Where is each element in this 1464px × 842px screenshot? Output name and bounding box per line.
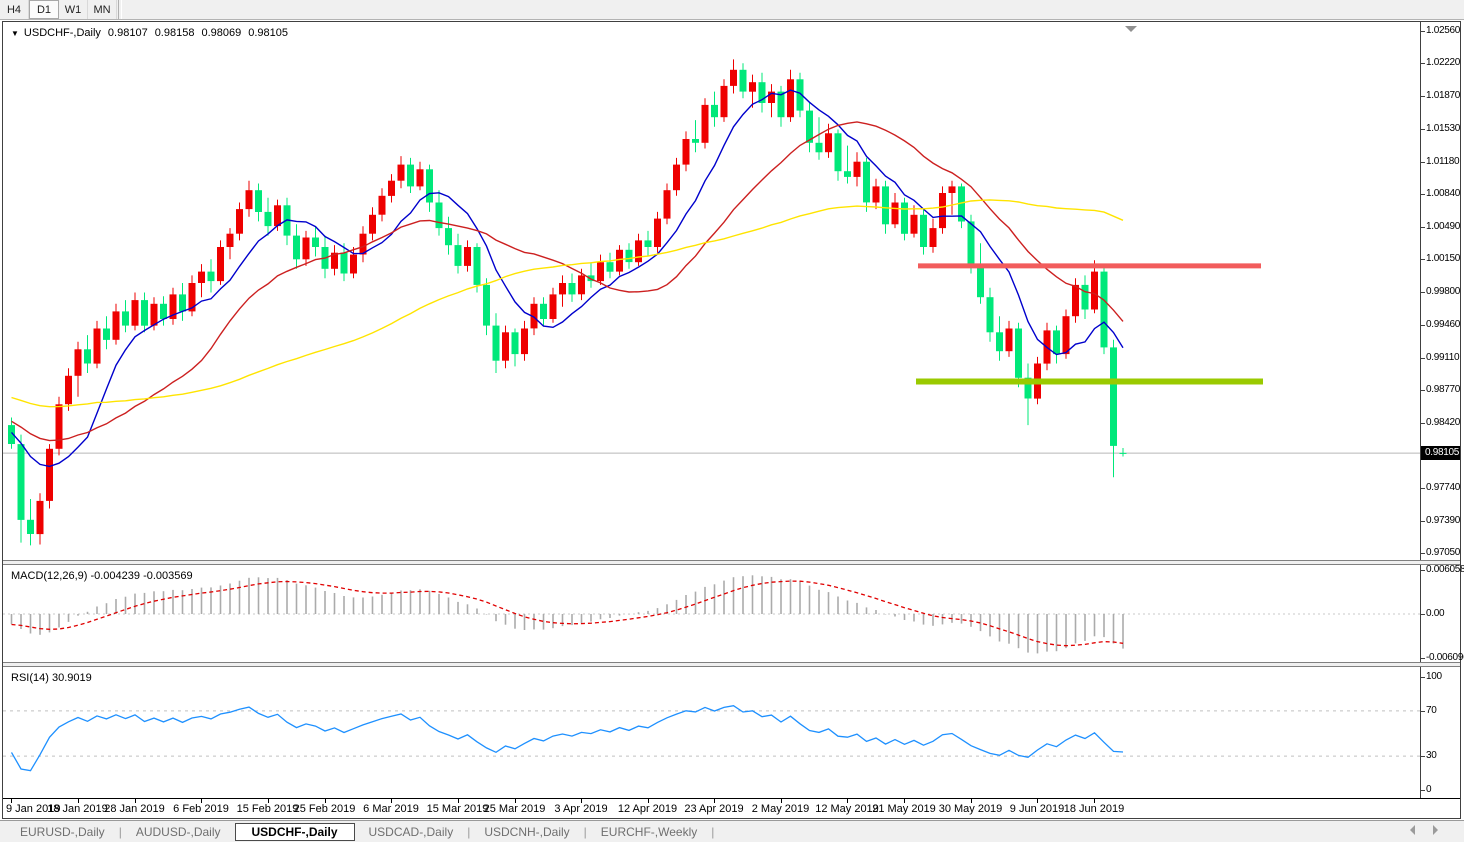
date-label: 9 Jun 2019 bbox=[1010, 803, 1064, 815]
timeframe-d1-button[interactable]: D1 bbox=[29, 0, 59, 19]
price-axis-label: 0.99110 bbox=[1426, 352, 1459, 364]
macd-indicator-pane[interactable]: MACD(12,26,9) -0.004239 -0.003569 0.0060… bbox=[3, 565, 1460, 662]
macd-chart[interactable] bbox=[3, 565, 1420, 667]
date-label: 12 May 2019 bbox=[815, 803, 879, 815]
scroll-tabs-left-icon[interactable] bbox=[1410, 825, 1415, 835]
date-label: 25 Feb 2019 bbox=[294, 803, 356, 815]
date-label: 12 Apr 2019 bbox=[618, 803, 677, 815]
date-label: 28 Jan 2019 bbox=[104, 803, 165, 815]
symbol-tab-bar: EURUSD-,Daily | AUDUSD-,Daily USDCHF-,Dai… bbox=[0, 820, 1464, 842]
price-axis-label: 0.99800 bbox=[1426, 286, 1460, 298]
date-label: 25 Mar 2019 bbox=[484, 803, 546, 815]
price-axis-label: 1.00490 bbox=[1426, 221, 1460, 233]
macd-axis-label: 0.006058 bbox=[1426, 564, 1464, 576]
rsi-axis-label: 70 bbox=[1426, 705, 1437, 717]
chart-title: ▼ USDCHF-,Daily 0.98107 0.98158 0.98069 … bbox=[11, 27, 288, 39]
date-label: 6 Feb 2019 bbox=[173, 803, 229, 815]
rsi-axis: 100 70 30 0 bbox=[1420, 667, 1460, 798]
date-label: 6 Mar 2019 bbox=[363, 803, 419, 815]
rsi-axis-label: 30 bbox=[1426, 750, 1437, 762]
price-chart-pane[interactable]: ▼ USDCHF-,Daily 0.98107 0.98158 0.98069 … bbox=[3, 22, 1460, 560]
timeframe-mn-button[interactable]: MN bbox=[88, 0, 117, 19]
timeframe-h4-button[interactable]: H4 bbox=[0, 0, 29, 19]
price-axis-label: 1.02560 bbox=[1426, 25, 1460, 37]
date-label: 15 Mar 2019 bbox=[427, 803, 489, 815]
symbol-name: USDCHF-,Daily bbox=[24, 27, 101, 39]
price-axis-label: 0.98420 bbox=[1426, 417, 1460, 429]
price-axis-label: 1.00150 bbox=[1426, 253, 1460, 265]
price-axis-label: 0.97740 bbox=[1426, 482, 1460, 494]
chart-shift-marker bbox=[1125, 26, 1137, 32]
application-window: H4 D1 W1 MN ▼ USDCHF-,Daily 0.98107 0.98… bbox=[0, 0, 1464, 842]
date-label: 23 Apr 2019 bbox=[684, 803, 743, 815]
date-label: 3 Apr 2019 bbox=[554, 803, 607, 815]
date-label: 15 Feb 2019 bbox=[237, 803, 299, 815]
date-label: 18 Jun 2019 bbox=[1064, 803, 1125, 815]
tab-separator: | bbox=[711, 825, 714, 839]
quote-high: 0.98158 bbox=[155, 27, 195, 39]
price-axis-label: 0.97390 bbox=[1426, 515, 1460, 527]
tab-audusd-daily[interactable]: AUDUSD-,Daily bbox=[122, 824, 235, 840]
timeframe-w1-button[interactable]: W1 bbox=[59, 0, 88, 19]
chart-window: ▼ USDCHF-,Daily 0.98107 0.98158 0.98069 … bbox=[2, 21, 1461, 819]
price-axis-label: 1.02220 bbox=[1426, 57, 1460, 69]
date-label: 30 May 2019 bbox=[939, 803, 1003, 815]
price-axis-label: 0.97050 bbox=[1426, 547, 1460, 559]
quote-low: 0.98069 bbox=[201, 27, 241, 39]
tab-eurusd-daily[interactable]: EURUSD-,Daily bbox=[6, 824, 119, 840]
rsi-axis-label: 100 bbox=[1426, 671, 1442, 683]
date-label: 18 Jan 2019 bbox=[47, 803, 108, 815]
price-axis-label: 1.01180 bbox=[1426, 156, 1459, 168]
price-axis: 1.02560 1.02220 1.01870 1.01530 1.01180 1.008… bbox=[1420, 22, 1460, 560]
tab-usdcnh-daily[interactable]: USDCNH-,Daily bbox=[470, 824, 583, 840]
macd-label: MACD(12,26,9) -0.004239 -0.003569 bbox=[11, 570, 193, 582]
rsi-indicator-pane[interactable]: RSI(14) 30.9019 100 70 30 0 bbox=[3, 667, 1460, 798]
toolbar-separator bbox=[118, 0, 122, 19]
timeframe-toolbar: H4 D1 W1 MN bbox=[0, 0, 1464, 20]
tab-usdcad-daily[interactable]: USDCAD-,Daily bbox=[355, 824, 468, 840]
scroll-tabs-right-icon[interactable] bbox=[1433, 825, 1438, 835]
date-label: 2 May 2019 bbox=[752, 803, 809, 815]
tab-usdchf-daily[interactable]: USDCHF-,Daily bbox=[235, 823, 355, 841]
price-axis-label: 1.01530 bbox=[1426, 123, 1460, 135]
rsi-axis-label: 0 bbox=[1426, 784, 1431, 796]
macd-axis: 0.0060580.00-0.006096 bbox=[1420, 565, 1460, 662]
symbol-dropdown-icon[interactable]: ▼ bbox=[11, 29, 19, 38]
candlestick-chart[interactable] bbox=[3, 22, 1420, 565]
rsi-label: RSI(14) 30.9019 bbox=[11, 672, 92, 684]
date-label: 21 May 2019 bbox=[872, 803, 936, 815]
price-axis-label: 1.01870 bbox=[1426, 90, 1460, 102]
price-axis-label: 0.99460 bbox=[1426, 319, 1460, 331]
quote-close: 0.98105 bbox=[248, 27, 288, 39]
tab-eurchf-weekly[interactable]: EURCHF-,Weekly bbox=[587, 824, 711, 840]
date-axis: 9 Jan 201918 Jan 201928 Jan 20196 Feb 20… bbox=[3, 798, 1460, 817]
quote-open: 0.98107 bbox=[108, 27, 148, 39]
current-price-badge: 0.98105 bbox=[1421, 446, 1460, 460]
price-axis-label: 0.98770 bbox=[1426, 384, 1460, 396]
price-axis-label: 1.00840 bbox=[1426, 188, 1460, 200]
rsi-chart[interactable] bbox=[3, 667, 1420, 803]
macd-axis-label: 0.00 bbox=[1426, 608, 1444, 620]
